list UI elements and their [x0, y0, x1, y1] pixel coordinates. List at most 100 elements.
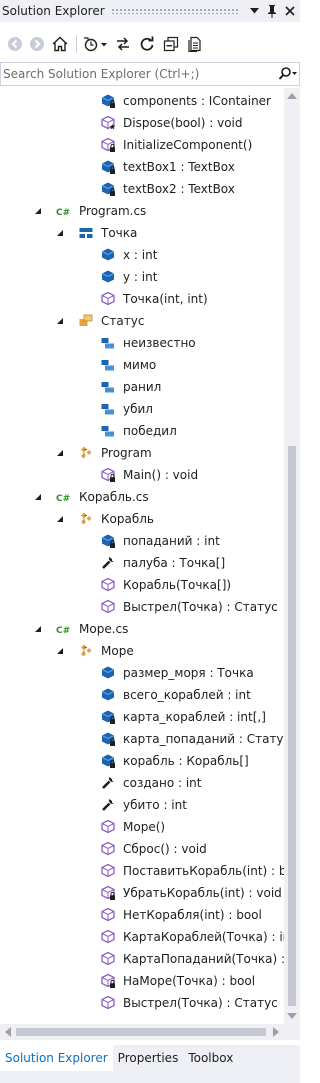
private-method-icon [100, 973, 116, 989]
tree-row[interactable]: размер_моря : Точка [0, 662, 284, 684]
tree-item-label: Море() [123, 820, 166, 834]
tree-item-label: InitializeComponent() [123, 138, 253, 152]
collapse-all-icon[interactable] [159, 33, 183, 55]
tree-row[interactable]: InitializeComponent() [0, 134, 284, 156]
vertical-scrollbar[interactable] [284, 88, 300, 1024]
expanded-arrow-icon[interactable] [55, 514, 65, 524]
tree-row[interactable]: победил [0, 420, 284, 442]
tree-row[interactable]: корабль : Корабль[] [0, 750, 284, 772]
tree-row[interactable]: всего_кораблей : int [0, 684, 284, 706]
history-icon[interactable] [81, 33, 111, 55]
tree-row[interactable]: textBox2 : TextBox [0, 178, 284, 200]
tree-row[interactable]: C# Program.cs [0, 200, 284, 222]
method-icon [100, 599, 116, 615]
tree-row[interactable]: УбратьКорабль(int) : void [0, 882, 284, 904]
property-icon [100, 555, 116, 571]
tree-row[interactable]: КартаКораблей(Точка) : int [0, 926, 284, 948]
tree-row[interactable]: Выстрел(Точка) : Статус [0, 992, 284, 1014]
expanded-arrow-icon[interactable] [33, 206, 43, 216]
struct-icon [78, 225, 94, 241]
pin-icon[interactable] [264, 3, 280, 19]
tree-row[interactable]: Точка(int, int) [0, 288, 284, 310]
tree-row[interactable]: карта_кораблей : int[,] [0, 706, 284, 728]
tree-row[interactable]: убил [0, 398, 284, 420]
svg-text:C#: C# [56, 494, 70, 504]
show-all-files-icon[interactable] [183, 33, 207, 55]
enum-item-icon [100, 357, 116, 373]
dropdown-arrow-icon[interactable] [246, 3, 262, 19]
tree-row[interactable]: ранил [0, 376, 284, 398]
static-class-icon [78, 445, 94, 461]
tab-toolbox[interactable]: Toolbox [183, 1045, 238, 1071]
toolbar [0, 30, 300, 58]
forward-icon[interactable] [26, 33, 48, 55]
tab-properties[interactable]: Properties [113, 1045, 184, 1071]
tree-row[interactable]: Статус [0, 310, 284, 332]
home-icon[interactable] [48, 33, 72, 55]
tree-row[interactable]: C# Море.cs [0, 618, 284, 640]
bottom-tab-bar: Solution Explorer Properties Toolbox [0, 1045, 300, 1083]
tree-row[interactable]: textBox1 : TextBox [0, 156, 284, 178]
horizontal-scroll-thumb[interactable] [16, 1028, 266, 1036]
enum-item-icon [100, 401, 116, 417]
private-field-icon [100, 93, 116, 109]
tree-row[interactable]: ПоставитьКорабль(int) : bool [0, 860, 284, 882]
tree-row[interactable]: НетКорабля(int) : bool [0, 904, 284, 926]
expanded-arrow-icon[interactable] [33, 624, 43, 634]
tree-row[interactable]: Море() [0, 816, 284, 838]
tree-item-label: мимо [123, 358, 157, 372]
tree-row[interactable]: C# Корабль.cs [0, 486, 284, 508]
enum-icon [78, 313, 94, 329]
title-grip[interactable] [110, 8, 240, 14]
tree-row[interactable]: КартаПопаданий(Точка) : Статус [0, 948, 284, 970]
refresh-icon[interactable] [135, 33, 159, 55]
expanded-arrow-icon[interactable] [55, 448, 65, 458]
tree-row[interactable]: Точка [0, 222, 284, 244]
field-icon [100, 269, 116, 285]
tree-row[interactable]: Main() : void [0, 464, 284, 486]
expanded-arrow-icon[interactable] [55, 228, 65, 238]
vertical-scroll-thumb[interactable] [288, 446, 296, 1006]
scroll-right-icon[interactable] [270, 1026, 282, 1038]
tree-item-label: y : int [123, 270, 158, 284]
tree-row[interactable]: y : int [0, 266, 284, 288]
tree-row[interactable]: components : IContainer [0, 90, 284, 112]
tree-row[interactable]: мимо [0, 354, 284, 376]
scroll-down-icon[interactable] [286, 1010, 298, 1022]
csharp-file-icon: C# [56, 621, 72, 637]
scroll-left-icon[interactable] [2, 1026, 14, 1038]
private-field-icon [100, 709, 116, 725]
tree-item-label: textBox2 : TextBox [123, 182, 235, 196]
tree-row[interactable]: Сброс() : void [0, 838, 284, 860]
tree-row[interactable]: НаМоре(Точка) : bool [0, 970, 284, 992]
tree-item-label: textBox1 : TextBox [123, 160, 235, 174]
tree-row[interactable]: неизвестно [0, 332, 284, 354]
tree-row[interactable]: Dispose(bool) : void [0, 112, 284, 134]
tree-row[interactable]: попаданий : int [0, 530, 284, 552]
tab-solution-explorer[interactable]: Solution Explorer [0, 1045, 113, 1071]
tree-row[interactable]: Выстрел(Точка) : Статус [0, 596, 284, 618]
sync-icon[interactable] [111, 33, 135, 55]
tree-row[interactable]: Корабль [0, 508, 284, 530]
tree-row[interactable]: создано : int [0, 772, 284, 794]
protected-method-icon [100, 115, 116, 131]
close-icon[interactable] [282, 3, 298, 19]
tree-item-label: карта_попаданий : Статус[,] [123, 732, 284, 746]
tree-row[interactable]: палуба : Точка[] [0, 552, 284, 574]
horizontal-scrollbar[interactable] [0, 1024, 300, 1040]
tree-row[interactable]: x : int [0, 244, 284, 266]
expanded-arrow-icon[interactable] [33, 492, 43, 502]
scroll-up-icon[interactable] [286, 90, 298, 102]
tree-row[interactable]: карта_попаданий : Статус[,] [0, 728, 284, 750]
search-icon[interactable] [277, 64, 299, 84]
expanded-arrow-icon[interactable] [55, 646, 65, 656]
back-icon[interactable] [4, 33, 26, 55]
tree-item-label: ПоставитьКорабль(int) : bool [123, 864, 284, 878]
tree-row[interactable]: Корабль(Точка[]) [0, 574, 284, 596]
tree-item-label: УбратьКорабль(int) : void [123, 886, 282, 900]
tree-row[interactable]: убито : int [0, 794, 284, 816]
expanded-arrow-icon[interactable] [55, 316, 65, 326]
tree-row[interactable]: Море [0, 640, 284, 662]
tree-row[interactable]: Program [0, 442, 284, 464]
search-input[interactable] [1, 64, 277, 84]
